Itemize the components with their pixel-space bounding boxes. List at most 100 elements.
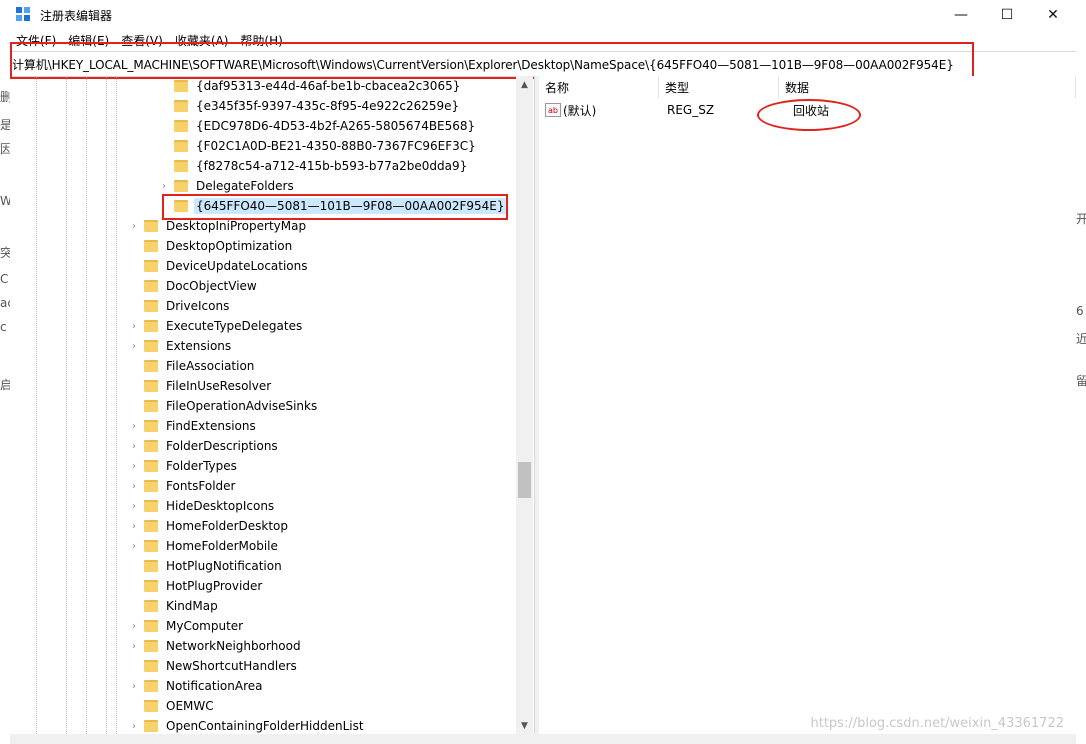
tree-item-label: MyComputer	[166, 619, 244, 633]
expand-chevron-icon[interactable]: ›	[128, 516, 140, 536]
tree-item[interactable]: FileInUseResolver	[128, 376, 273, 396]
title-bar[interactable]: 注册表编辑器 — ☐ ✕	[10, 0, 1076, 30]
folder-icon	[144, 520, 158, 532]
background-strip	[0, 0, 10, 744]
tree-scrollbar[interactable]: ▲ ▼	[516, 76, 533, 734]
tree-item[interactable]: › NetworkNeighborhood	[128, 636, 303, 656]
expand-chevron-icon[interactable]: ›	[128, 216, 140, 236]
scroll-up-icon[interactable]: ▲	[516, 76, 533, 93]
folder-icon	[144, 700, 158, 712]
scroll-thumb[interactable]	[518, 462, 531, 498]
tree-item[interactable]: {645FFO40—5081—101B—9F08—00AA002F954E}	[158, 196, 507, 216]
tree-item-label: DeviceUpdateLocations	[166, 259, 308, 273]
folder-icon	[144, 620, 158, 632]
tree-item[interactable]: › FindExtensions	[128, 416, 258, 436]
tree-item[interactable]: › ExecuteTypeDelegates	[128, 316, 304, 336]
expand-chevron-icon[interactable]: ›	[128, 316, 140, 336]
menu-view[interactable]: 查看(V)	[115, 32, 169, 49]
tree-item[interactable]: › DesktopIniPropertyMap	[128, 216, 308, 236]
folder-icon	[174, 160, 188, 172]
folder-icon	[144, 440, 158, 452]
expand-chevron-icon[interactable]: ›	[128, 336, 140, 356]
tree-item[interactable]: › FolderDescriptions	[128, 436, 280, 456]
tree-item[interactable]: FileOperationAdviseSinks	[128, 396, 319, 416]
tree-item[interactable]: {F02C1A0D-BE21-4350-88B0-7367FC96EF3C}	[158, 136, 478, 156]
address-bar[interactable]: 计算机\HKEY_LOCAL_MACHINE\SOFTWARE\Microsof…	[10, 51, 1076, 77]
tree-item[interactable]: › FontsFolder	[128, 476, 237, 496]
registry-editor-icon	[16, 7, 32, 23]
tree-item[interactable]: › FolderTypes	[128, 456, 239, 476]
background-fragment: 开	[1076, 212, 1086, 226]
values-pane: 名称 类型 数据 ab (默认) REG_SZ 回收站	[539, 76, 1076, 734]
background-fragment: 近	[1076, 332, 1086, 346]
folder-icon	[174, 120, 188, 132]
background-fragment: C	[0, 272, 9, 286]
tree-item[interactable]: DriveIcons	[128, 296, 231, 316]
tree-item[interactable]: › NotificationArea	[128, 676, 264, 696]
expand-chevron-icon[interactable]: ›	[128, 416, 140, 436]
maximize-button[interactable]: ☐	[984, 0, 1030, 30]
tree-item[interactable]: › OpenContainingFolderHiddenList	[128, 716, 366, 734]
folder-icon	[144, 420, 158, 432]
tree-item[interactable]: › MyComputer	[128, 616, 245, 636]
menu-favorites[interactable]: 收藏夹(A)	[169, 32, 235, 49]
tree-item-label: HomeFolderMobile	[166, 539, 278, 553]
expand-chevron-icon[interactable]: ›	[128, 436, 140, 456]
tree-item[interactable]: {e345f35f-9397-435c-8f95-4e922c26259e}	[158, 96, 461, 116]
folder-icon	[144, 280, 158, 292]
expand-chevron-icon[interactable]: ›	[128, 476, 140, 496]
expand-chevron-icon[interactable]: ›	[128, 636, 140, 656]
tree-item-label: HideDesktopIcons	[166, 499, 275, 513]
scroll-down-icon[interactable]: ▼	[516, 717, 533, 734]
menu-file[interactable]: 文件(F)	[10, 32, 62, 49]
key-tree: {daf95313-e44d-46af-be1b-cbacea2c3065} {e…	[10, 76, 530, 734]
folder-icon	[144, 380, 158, 392]
tree-item-label: OpenContainingFolderHiddenList	[166, 719, 364, 733]
expand-chevron-icon[interactable]: ›	[128, 716, 140, 734]
tree-item[interactable]: KindMap	[128, 596, 220, 616]
expand-chevron-icon[interactable]: ›	[158, 176, 170, 196]
tree-item-label: ExecuteTypeDelegates	[166, 319, 303, 333]
tree-item[interactable]: {daf95313-e44d-46af-be1b-cbacea2c3065}	[158, 76, 462, 96]
address-path[interactable]: 计算机\HKEY_LOCAL_MACHINE\SOFTWARE\Microsof…	[12, 56, 954, 73]
tree-item[interactable]: {f8278c54-a712-415b-b593-b77a2be0dda9}	[158, 156, 469, 176]
menu-edit[interactable]: 编辑(E)	[62, 32, 115, 49]
tree-item[interactable]: OEMWC	[128, 696, 216, 716]
tree-item[interactable]: › HomeFolderMobile	[128, 536, 280, 556]
tree-item[interactable]: {EDC978D6-4D53-4b2f-A265-5805674BE568}	[158, 116, 477, 136]
tree-item[interactable]: DeviceUpdateLocations	[128, 256, 310, 276]
tree-item[interactable]: HotPlugProvider	[128, 576, 264, 596]
minimize-button[interactable]: —	[938, 0, 984, 30]
column-header-name[interactable]: 名称	[539, 76, 659, 98]
value-row[interactable]: ab (默认) REG_SZ 回收站	[539, 100, 1076, 120]
tree-item-label: NetworkNeighborhood	[166, 639, 301, 653]
tree-item-label: FileInUseResolver	[166, 379, 272, 393]
expand-chevron-icon[interactable]: ›	[128, 456, 140, 476]
expand-chevron-icon[interactable]: ›	[128, 676, 140, 696]
tree-item[interactable]: DocObjectView	[128, 276, 259, 296]
folder-icon	[144, 460, 158, 472]
tree-item[interactable]: › HideDesktopIcons	[128, 496, 276, 516]
tree-item[interactable]: › Extensions	[128, 336, 233, 356]
close-button[interactable]: ✕	[1030, 0, 1076, 30]
tree-item[interactable]: FileAssociation	[128, 356, 256, 376]
tree-item[interactable]: DesktopOptimization	[128, 236, 294, 256]
expand-chevron-icon[interactable]: ›	[128, 616, 140, 636]
menu-help[interactable]: 帮助(H)	[234, 32, 288, 49]
expand-chevron-icon[interactable]: ›	[128, 536, 140, 556]
tree-item[interactable]: › DelegateFolders	[158, 176, 296, 196]
column-header-data[interactable]: 数据	[779, 76, 1076, 98]
tree-item[interactable]: › HomeFolderDesktop	[128, 516, 290, 536]
expand-chevron-icon[interactable]: ›	[128, 496, 140, 516]
tree-item[interactable]: HotPlugNotification	[128, 556, 284, 576]
tree-item-label: DesktopOptimization	[166, 239, 293, 253]
tree-item[interactable]: NewShortcutHandlers	[128, 656, 299, 676]
column-header-type[interactable]: 类型	[659, 76, 779, 98]
window-controls: — ☐ ✕	[938, 0, 1076, 30]
